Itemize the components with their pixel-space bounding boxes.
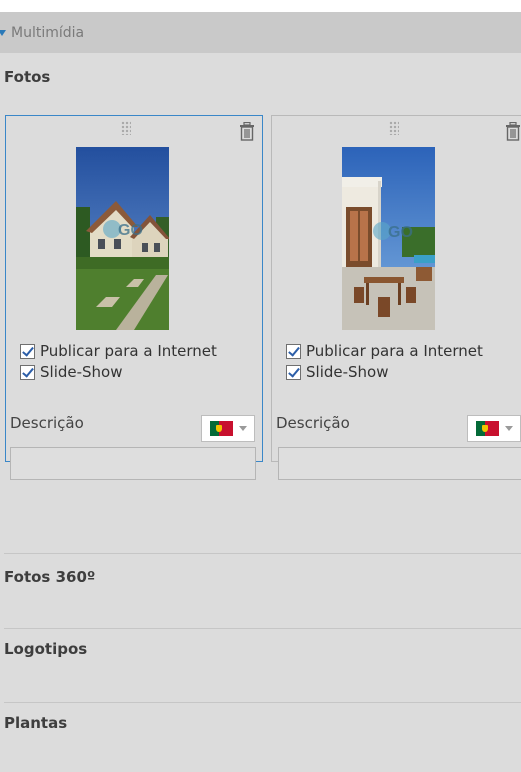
publish-internet-checkbox[interactable] [20, 343, 35, 359]
watermark-logo: GO [388, 224, 413, 241]
slideshow-checkbox[interactable] [20, 364, 35, 380]
publish-internet-label: Publicar para a Internet [306, 342, 483, 360]
drag-handle-icon[interactable] [389, 121, 399, 135]
caret-down-icon [0, 29, 6, 36]
trash-icon[interactable] [505, 122, 521, 141]
description-label: Descrição [10, 414, 84, 432]
property-photo-terrace[interactable]: GO [342, 147, 435, 330]
watermark-logo: GO [118, 222, 143, 239]
description-textarea[interactable] [10, 447, 256, 480]
slideshow-label: Slide-Show [40, 363, 123, 381]
publish-internet-option[interactable]: Publicar para a Internet [286, 342, 483, 360]
photo-card[interactable]: GO Publicar para a Internet Slide-Show D… [271, 115, 521, 480]
chevron-down-icon [239, 426, 247, 431]
property-photo-house[interactable]: GO [76, 147, 169, 330]
publish-internet-option[interactable]: Publicar para a Internet [20, 342, 217, 360]
fotos-group-title[interactable]: Fotos [4, 68, 50, 86]
publish-internet-label: Publicar para a Internet [40, 342, 217, 360]
logotipos-group-title[interactable]: Logotipos [4, 640, 87, 658]
divider [4, 702, 521, 703]
description-label: Descrição [276, 414, 350, 432]
language-select[interactable] [201, 415, 255, 442]
slideshow-option[interactable]: Slide-Show [286, 363, 389, 381]
language-select[interactable] [467, 415, 521, 442]
divider [4, 628, 521, 629]
photo-card[interactable]: GO Publicar para a Internet Slide-Show D… [5, 115, 263, 480]
chevron-down-icon [505, 426, 513, 431]
multimedia-section-header[interactable]: Multimídia [0, 12, 521, 53]
trash-icon[interactable] [239, 122, 255, 141]
slideshow-checkbox[interactable] [286, 364, 301, 380]
portugal-flag-icon [476, 421, 499, 436]
section-title: Multimídia [11, 24, 85, 41]
slideshow-label: Slide-Show [306, 363, 389, 381]
drag-handle-icon[interactable] [121, 121, 131, 135]
divider [4, 553, 521, 554]
publish-internet-checkbox[interactable] [286, 343, 301, 359]
top-strip [0, 0, 521, 12]
description-textarea[interactable] [278, 447, 521, 480]
portugal-flag-icon [210, 421, 233, 436]
slideshow-option[interactable]: Slide-Show [20, 363, 123, 381]
plantas-group-title[interactable]: Plantas [4, 714, 67, 732]
fotos-360-group-title[interactable]: Fotos 360º [4, 568, 95, 586]
